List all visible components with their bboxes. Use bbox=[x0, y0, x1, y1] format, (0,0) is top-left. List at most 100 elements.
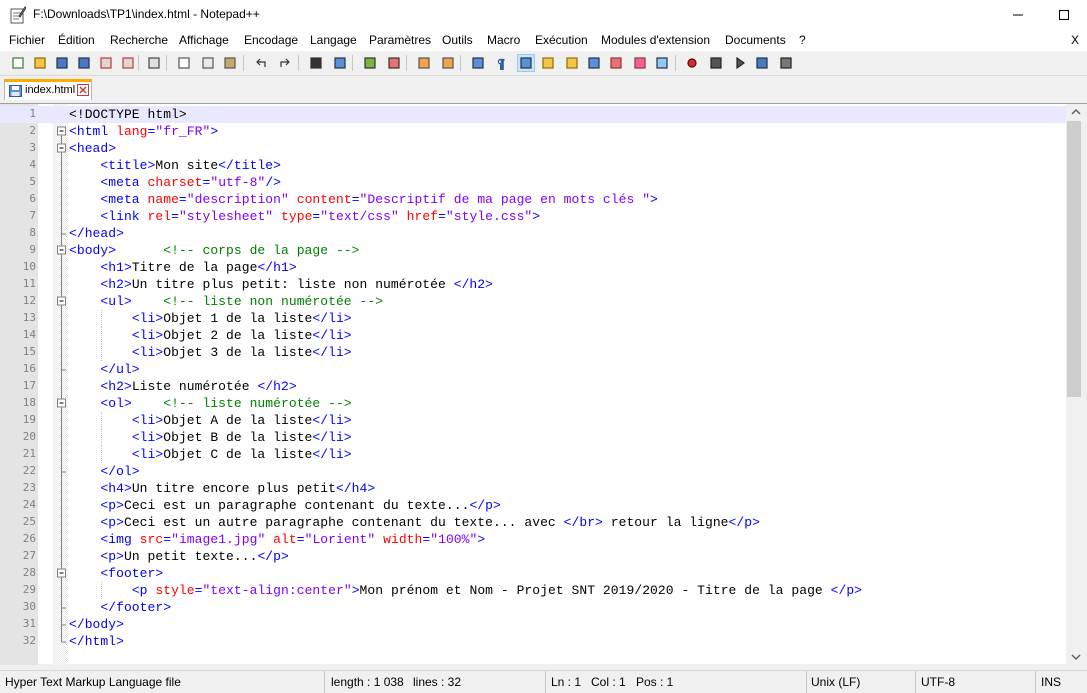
code-line[interactable]: 19 <li>Objet A de la liste</li> bbox=[0, 412, 1066, 429]
close-tab-icon[interactable] bbox=[77, 84, 89, 96]
udl-button[interactable] bbox=[539, 54, 557, 72]
folder-workspace-button[interactable] bbox=[607, 54, 625, 72]
code-area[interactable]: 1 <!DOCTYPE html> 2 <html lang="fr_FR"> 3 <he… bbox=[0, 106, 1066, 650]
status-eol[interactable]: Unix (LF) bbox=[811, 675, 860, 689]
play-macro-button[interactable] bbox=[731, 54, 749, 72]
sync-h-button[interactable] bbox=[439, 54, 457, 72]
code-line[interactable]: 24 <p>Ceci est un paragraphe contenant d… bbox=[0, 497, 1066, 514]
code-line[interactable]: 8 </head> bbox=[0, 225, 1066, 242]
code-line[interactable]: 11 <h2>Un titre plus petit: liste non nu… bbox=[0, 276, 1066, 293]
menu-langage[interactable]: Langage bbox=[310, 33, 357, 47]
status-insert-mode[interactable]: INS bbox=[1041, 675, 1061, 689]
zoom-out-button[interactable] bbox=[385, 54, 403, 72]
fold-minus-icon[interactable] bbox=[56, 242, 67, 259]
word-wrap-button[interactable] bbox=[469, 54, 487, 72]
menu-edition[interactable]: Édition bbox=[58, 33, 95, 47]
replace-button[interactable] bbox=[331, 54, 349, 72]
code-line[interactable]: 21 <li>Objet C de la liste</li> bbox=[0, 446, 1066, 463]
code-line[interactable]: 14 <li>Objet 2 de la liste</li> bbox=[0, 327, 1066, 344]
doc-map-icon bbox=[566, 57, 578, 69]
code-line[interactable]: 10 <h1>Titre de la page</h1> bbox=[0, 259, 1066, 276]
code-line[interactable]: 6 <meta name="description" content="Desc… bbox=[0, 191, 1066, 208]
code-line[interactable]: 31 </body> bbox=[0, 616, 1066, 633]
zoom-in-button[interactable] bbox=[361, 54, 379, 72]
menu-execution[interactable]: Exécution bbox=[535, 33, 588, 47]
code-line[interactable]: 17 <h2>Liste numérotée </h2> bbox=[0, 378, 1066, 395]
code-line[interactable]: 22 </ol> bbox=[0, 463, 1066, 480]
editor[interactable]: 1 <!DOCTYPE html> 2 <html lang="fr_FR"> 3 <he… bbox=[0, 103, 1087, 665]
code-text: <h1>Titre de la page</h1> bbox=[100, 260, 297, 275]
menu-modules[interactable]: Modules d'extension bbox=[601, 33, 710, 47]
menu-help[interactable]: ? bbox=[799, 33, 806, 47]
code-line[interactable]: 32 </html> bbox=[0, 633, 1066, 650]
scrollbar-thumb[interactable] bbox=[1067, 121, 1081, 397]
code-line[interactable]: 27 <p>Un petit texte...</p> bbox=[0, 548, 1066, 565]
status-encoding[interactable]: UTF-8 bbox=[921, 675, 955, 689]
code-line[interactable]: 26 <img src="image1.jpg" alt="Lorient" w… bbox=[0, 531, 1066, 548]
code-line[interactable]: 16 </ul> bbox=[0, 361, 1066, 378]
menu-recherche[interactable]: Recherche bbox=[110, 33, 168, 47]
function-list-button[interactable] bbox=[585, 54, 603, 72]
copy-button[interactable] bbox=[199, 54, 217, 72]
menu-documents[interactable]: Documents bbox=[725, 33, 786, 47]
code-line[interactable]: 9 <body> <!-- corps de la page --> bbox=[0, 242, 1066, 259]
close-document-button[interactable]: X bbox=[1071, 33, 1079, 47]
udl-icon bbox=[542, 57, 554, 69]
undo-button[interactable] bbox=[252, 54, 270, 72]
menu-affichage[interactable]: Affichage bbox=[179, 33, 229, 47]
run-macro-multiple-button[interactable] bbox=[753, 54, 771, 72]
code-line[interactable]: 1 <!DOCTYPE html> bbox=[0, 106, 1066, 123]
fold-end-icon bbox=[61, 616, 66, 633]
fold-minus-icon[interactable] bbox=[56, 123, 67, 140]
menu-parametres[interactable]: Paramètres bbox=[369, 33, 431, 47]
menu-outils[interactable]: Outils bbox=[442, 33, 473, 47]
save-all-button[interactable] bbox=[75, 54, 93, 72]
code-line[interactable]: 25 <p>Ceci est un autre paragraphe conte… bbox=[0, 514, 1066, 531]
code-line[interactable]: 12 <ul> <!-- liste non numérotée --> bbox=[0, 293, 1066, 310]
open-file-button[interactable] bbox=[31, 54, 49, 72]
all-chars-button[interactable]: ¶ bbox=[493, 54, 511, 72]
sync-v-button[interactable] bbox=[415, 54, 433, 72]
fold-minus-icon[interactable] bbox=[56, 140, 67, 157]
close-all-button[interactable] bbox=[119, 54, 137, 72]
code-line[interactable]: 5 <meta charset="utf-8"/> bbox=[0, 174, 1066, 191]
code-line[interactable]: 20 <li>Objet B de la liste</li> bbox=[0, 429, 1066, 446]
code-line[interactable]: 3 <head> bbox=[0, 140, 1066, 157]
fold-minus-icon[interactable] bbox=[56, 565, 67, 582]
doc-list-button[interactable] bbox=[631, 54, 649, 72]
code-line[interactable]: 7 <link rel="stylesheet" type="text/css"… bbox=[0, 208, 1066, 225]
new-file-button[interactable] bbox=[9, 54, 27, 72]
maximize-button[interactable] bbox=[1041, 0, 1087, 30]
menu-encodage[interactable]: Encodage bbox=[244, 33, 298, 47]
code-line[interactable]: 28 <footer> bbox=[0, 565, 1066, 582]
fold-end-icon bbox=[61, 633, 66, 643]
indent-guide-button[interactable] bbox=[517, 54, 535, 72]
paste-button[interactable] bbox=[221, 54, 239, 72]
doc-map-button[interactable] bbox=[563, 54, 581, 72]
code-line[interactable]: 15 <li>Objet 3 de la liste</li> bbox=[0, 344, 1066, 361]
code-line[interactable]: 13 <li>Objet 1 de la liste</li> bbox=[0, 310, 1066, 327]
stop-macro-button[interactable] bbox=[707, 54, 725, 72]
save-button[interactable] bbox=[53, 54, 71, 72]
code-line[interactable]: 29 <p style="text-align:center">Mon prén… bbox=[0, 582, 1066, 599]
print-button[interactable] bbox=[145, 54, 163, 72]
code-line[interactable]: 30 </footer> bbox=[0, 599, 1066, 616]
redo-button[interactable] bbox=[276, 54, 294, 72]
scroll-down-icon[interactable] bbox=[1071, 653, 1081, 661]
cut-button[interactable] bbox=[175, 54, 193, 72]
menu-fichier[interactable]: Fichier bbox=[9, 33, 45, 47]
code-line[interactable]: 23 <h4>Un titre encore plus petit</h4> bbox=[0, 480, 1066, 497]
tab-index-html[interactable]: index.html bbox=[4, 79, 92, 100]
record-macro-button[interactable] bbox=[683, 54, 701, 72]
code-line[interactable]: 18 <ol> <!-- liste numérotée --> bbox=[0, 395, 1066, 412]
code-line[interactable]: 2 <html lang="fr_FR"> bbox=[0, 123, 1066, 140]
fold-minus-icon[interactable] bbox=[56, 293, 67, 310]
code-line[interactable]: 4 <title>Mon site</title> bbox=[0, 157, 1066, 174]
close-button[interactable] bbox=[97, 54, 115, 72]
scroll-up-icon[interactable] bbox=[1071, 108, 1081, 116]
fold-minus-icon[interactable] bbox=[56, 395, 67, 412]
save-macro-button[interactable] bbox=[777, 54, 795, 72]
menu-macro[interactable]: Macro bbox=[487, 33, 520, 47]
monitor-button[interactable] bbox=[653, 54, 671, 72]
find-button[interactable] bbox=[307, 54, 325, 72]
